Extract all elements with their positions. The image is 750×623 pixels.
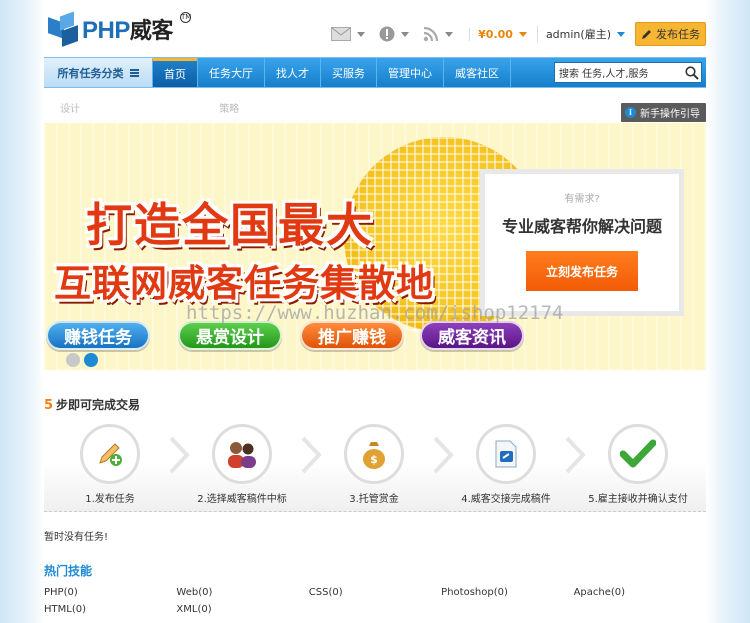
info-icon: i [625,107,636,118]
search-icon[interactable] [685,65,699,80]
step-item: 5.雇主接收并确认支付 [572,420,704,511]
all-categories-label: 所有任务分类 [57,66,124,80]
chevron-down-icon [518,31,527,37]
steps-count: 5 [44,398,54,413]
pencil-add-icon [99,443,122,466]
step-label: 5.雇主接收并确认支付 [588,494,688,505]
nav-item-management[interactable]: 管理中心 [376,58,443,87]
pill-reward-design[interactable]: 悬赏设计 [178,321,282,350]
list-icon [129,68,139,78]
all-categories-menu[interactable]: 所有任务分类 [44,58,152,87]
pill-earn-tasks[interactable]: 赚钱任务 [46,321,150,350]
step-item: 2.选择威客稿件中标 [176,420,322,511]
chevron-down-icon [445,31,454,37]
message-menu[interactable] [331,27,366,41]
username: admin(雇主) [545,28,611,41]
slide-dot-active[interactable] [84,353,98,367]
checkmark-icon [620,439,656,468]
step-item: 1.发布任务 [44,420,190,511]
skill-link[interactable]: Web(0) [176,587,308,598]
top-bar: ¥0.00 admin(雇主) 发布任务 [317,22,706,46]
no-task-message: 暂时没有任务! [44,532,109,543]
banner-pill-group: 赚钱任务 悬赏设计 推广赚钱 威客资讯 [46,321,552,350]
skill-link[interactable]: XML(0) [176,604,308,615]
skill-link[interactable]: Apache(0) [574,587,706,598]
alert-icon [379,26,395,42]
step-label: 1.发布任务 [85,494,135,505]
notice-menu[interactable] [379,26,410,42]
user-menu[interactable]: admin(雇主) [536,26,625,42]
step-label: 3.托管赏金 [349,494,399,505]
logo-tm-mark: TM [180,12,192,23]
publish-task-label: 发布任务 [656,28,700,41]
skill-link[interactable]: CSS(0) [309,587,441,598]
chevron-down-icon [357,31,366,37]
pill-promote-earn[interactable]: 推广赚钱 [300,321,404,350]
publish-now-button[interactable]: 立刻发布任务 [526,251,638,291]
nav-item-community[interactable]: 威客社区 [443,58,510,87]
skill-link[interactable]: Photoshop(0) [441,587,573,598]
banner-headline-2: 互联网威客任务集散地 [54,262,434,305]
promo-question: 有需求? [564,194,600,205]
search-input[interactable] [559,67,683,78]
skill-link[interactable]: PHP(0) [44,587,176,598]
step-label: 4.威客交接完成稿件 [461,494,551,505]
envelope-icon [331,27,352,41]
hot-skills-list: PHP(0) Web(0) CSS(0) Photoshop(0) Apache… [44,587,706,615]
slider-dots [66,353,102,367]
logo-cube-icon [48,11,82,47]
chevron-down-icon [401,31,410,37]
search-box [554,62,702,83]
subnav-item[interactable]: 策略 [219,104,239,115]
hero-banner[interactable]: 打造全国最大 互联网威客任务集散地 赚钱任务 悬赏设计 推广赚钱 威客资讯 有需… [44,123,706,370]
banner-headline-1: 打造全国最大 [86,198,374,252]
people-icon [228,442,256,468]
promo-box: 有需求? 专业威客帮你解决问题 立刻发布任务 [480,169,684,316]
hot-skills-title: 热门技能 [44,564,93,578]
nav-search-area [510,58,706,87]
nav-item-buy-service[interactable]: 买服务 [320,58,376,87]
money-bag-icon: $ [363,442,385,469]
document-link-icon [495,440,517,468]
steps-row: 1.发布任务 2.选择威客稿件中标 $ 3.托管赏金 4.威客交接完成稿件 5.… [44,420,706,512]
main-nav: 所有任务分类 首页 任务大厅 找人才 买服务 管理中心 威客社区 [44,57,706,88]
rss-menu[interactable] [423,26,454,42]
step-label: 2.选择威客稿件中标 [197,494,287,505]
pill-news[interactable]: 威客资讯 [420,321,524,350]
publish-task-button[interactable]: 发布任务 [635,22,706,46]
skill-link[interactable]: HTML(0) [44,604,176,615]
svg-text:$: $ [370,453,378,466]
watermark-text: https://www.huzhan.com/ishop12174 [186,302,564,324]
rss-icon [423,26,439,42]
beginner-guide-label: 新手操作引导 [640,109,700,120]
site-logo[interactable]: PHP威客 TM [48,11,191,47]
page-container: PHP威客 TM ¥0.00 admin(雇主) 发布任务 所有任务分类 首页 … [44,0,706,623]
nav-item-find-talent[interactable]: 找人才 [264,58,320,87]
promo-title: 专业威客帮你解决问题 [501,217,662,236]
nav-item-home[interactable]: 首页 [152,58,197,87]
balance-amount: ¥0.00 [478,27,513,41]
pencil-icon [642,30,651,39]
chevron-down-icon [617,31,625,37]
step-item: $ 3.托管赏金 [308,420,454,511]
balance-menu[interactable]: ¥0.00 [469,27,527,41]
logo-text: PHP威客 [82,17,173,44]
steps-title: 5 步即可完成交易 [44,398,141,413]
step-item: 4.威客交接完成稿件 [440,420,586,511]
subnav-item[interactable]: 设计 [60,104,80,115]
slide-dot[interactable] [66,353,80,367]
sub-nav: 设计 策略 [60,100,375,115]
beginner-guide-button[interactable]: i 新手操作引导 [621,103,706,122]
nav-item-task-hall[interactable]: 任务大厅 [197,58,264,87]
